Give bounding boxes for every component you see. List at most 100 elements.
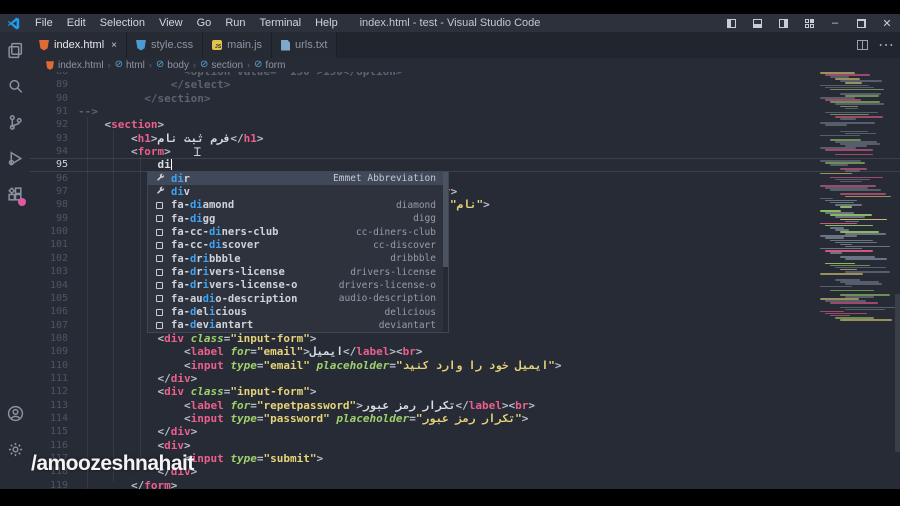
element-symbol-icon: ⊘ <box>114 59 123 70</box>
suggest-item-fa-diamond[interactable]: fa-diamond diamond <box>148 199 448 212</box>
minimize-button[interactable]: – <box>822 14 848 32</box>
line-number: 106 <box>49 306 68 318</box>
snippet-square-icon <box>156 228 171 236</box>
suggest-item-fa-digg[interactable]: fa-digg digg <box>148 212 448 225</box>
suggest-item-dir[interactable]: dir Emmet Abbreviation <box>148 172 448 186</box>
extensions-badge <box>18 198 26 206</box>
code-line-114[interactable]: 114 <input type="password" placeholder="… <box>30 412 900 425</box>
breadcrumb-item-file[interactable]: index.html <box>45 60 104 71</box>
title-bar: File Edit Selection View Go Run Terminal Help i… <box>0 14 900 32</box>
menu-item-edit[interactable]: Edit <box>60 14 93 32</box>
line-number: 89 <box>55 79 68 91</box>
tab-style-css[interactable]: style.css <box>126 32 204 58</box>
code-line-110[interactable]: 110 <input type="email" placeholder="ایم… <box>30 359 900 372</box>
line-number: 94 <box>55 146 68 158</box>
suggest-item-div[interactable]: div <box>148 185 448 198</box>
code-line-89[interactable]: 89 </select> <box>30 78 900 91</box>
suggest-item-fa-dribbble[interactable]: fa-dribbble dribbble <box>148 252 448 265</box>
watermark: /amoozeshnahait <box>2 450 194 477</box>
code-line-95[interactable]: 95 di <box>30 158 900 171</box>
code-line-119[interactable]: 119 </form> <box>30 479 900 489</box>
suggest-item-detail: digg <box>413 213 436 225</box>
suggest-item-fa-drivers-license[interactable]: fa-drivers-license drivers-license <box>148 265 448 278</box>
code-line-90[interactable]: 90 </section> <box>30 92 900 105</box>
menu-item-go[interactable]: Go <box>190 14 219 32</box>
breadcrumb-item-body[interactable]: ⊘ body <box>156 60 189 71</box>
suggest-item-fa-cc-diners-club[interactable]: fa-cc-diners-club cc-diners-club <box>148 225 448 238</box>
minimap[interactable] <box>818 72 895 372</box>
restore-button[interactable] <box>848 14 874 32</box>
code-line-112[interactable]: 112 <div class="input-form"> <box>30 385 900 398</box>
tab-urls-txt[interactable]: urls.txt <box>272 32 338 58</box>
line-number: 119 <box>49 479 68 489</box>
line-number: 107 <box>49 319 68 331</box>
line-number: 97 <box>55 186 68 198</box>
source-control-icon[interactable] <box>0 104 30 140</box>
line-number: 95 <box>55 159 68 171</box>
suggest-item-detail: cc-discover <box>373 239 436 251</box>
line-number: 90 <box>55 92 68 104</box>
extensions-icon[interactable] <box>0 176 30 212</box>
tab-label: style.css <box>150 39 194 51</box>
split-editor-icon[interactable] <box>857 40 868 50</box>
breadcrumb-item-form[interactable]: ⊘ form <box>254 60 285 71</box>
suggest-item-fa-drivers-license-o[interactable]: fa-drivers-license-o drivers-license-o <box>148 279 448 292</box>
editor-scrollbar[interactable] <box>895 294 900 452</box>
chevron-right-icon: › <box>247 60 251 70</box>
text-cursor <box>170 159 173 171</box>
suggest-item-detail: dribbble <box>390 253 436 265</box>
layout-sidebar-left-icon[interactable] <box>718 14 744 32</box>
code-line-115[interactable]: 115 </div> <box>30 425 900 438</box>
suggest-scrollbar[interactable] <box>443 172 448 333</box>
tab-label: index.html <box>54 39 105 51</box>
suggest-item-fa-deviantart[interactable]: fa-deviantart deviantart <box>148 319 448 332</box>
line-number: 102 <box>49 252 68 264</box>
run-and-debug-icon[interactable] <box>0 140 30 176</box>
menu-item-view[interactable]: View <box>152 14 190 32</box>
explorer-icon[interactable] <box>0 32 30 68</box>
more-actions-icon[interactable]: ⋯ <box>878 35 894 55</box>
editor-actions: ⋯ <box>857 32 894 58</box>
menu-item-run[interactable]: Run <box>218 14 252 32</box>
suggest-item-fa-cc-discover[interactable]: fa-cc-discover cc-discover <box>148 239 448 252</box>
code-line-109[interactable]: 109 <label for="email">ایمیل</label><br> <box>30 345 900 358</box>
element-symbol-icon: ⊘ <box>254 59 263 70</box>
breadcrumb-item-html[interactable]: ⊘ html <box>115 60 145 71</box>
window-controls: – ✕ <box>718 14 900 32</box>
search-icon[interactable] <box>0 68 30 104</box>
tab-main-js[interactable]: main.js <box>203 32 273 58</box>
menu-item-selection[interactable]: Selection <box>93 14 152 32</box>
code-line-92[interactable]: 92 <section> <box>30 118 900 131</box>
suggest-widget: dir Emmet Abbreviation div fa-diamond diamon… <box>147 171 449 334</box>
layout-sidebar-right-icon[interactable] <box>770 14 796 32</box>
code-line-108[interactable]: 108 <div class="input-form"> <box>30 332 900 345</box>
menu-item-file[interactable]: File <box>28 14 60 32</box>
suggest-item-fa-audio-description[interactable]: fa-audio-description audio-description <box>148 292 448 305</box>
code-line-93[interactable]: 93 <h1>فرم ثبت نام</h1> <box>30 132 900 145</box>
html-file-icon <box>46 60 54 70</box>
suggest-item-detail: Emmet Abbreviation <box>333 173 436 185</box>
line-number: 108 <box>49 332 68 344</box>
breadcrumb-item-section[interactable]: ⊘ section <box>200 60 243 71</box>
suggest-item-detail: diamond <box>395 199 436 211</box>
settings-gear-icon[interactable] <box>0 431 30 467</box>
line-number: 98 <box>55 199 68 211</box>
css-file-icon <box>135 39 146 51</box>
account-icon[interactable] <box>0 395 30 431</box>
code-line-113[interactable]: 113 <label for="repetpassword">تکرار رمز… <box>30 399 900 412</box>
layout-panel-icon[interactable] <box>744 14 770 32</box>
code-line-94[interactable]: 94 <form> <box>30 145 900 158</box>
suggest-item-detail: cc-diners-club <box>355 226 436 238</box>
code-editor[interactable]: 88 <option value= "150">150</option>89 <… <box>30 72 900 489</box>
code-line-91[interactable]: 91 --> <box>30 105 900 118</box>
code-line-111[interactable]: 111 </div> <box>30 372 900 385</box>
line-number: 105 <box>49 292 68 304</box>
window-title: index.html - test - Visual Studio Code <box>359 17 541 29</box>
tab-index-html[interactable]: index.html × <box>30 32 127 58</box>
suggest-item-fa-delicious[interactable]: fa-delicious delicious <box>148 305 448 318</box>
close-button[interactable]: ✕ <box>874 14 900 32</box>
customize-layout-icon[interactable] <box>796 14 822 32</box>
tab-close-icon[interactable]: × <box>111 40 117 51</box>
chevron-right-icon: › <box>107 60 111 70</box>
element-symbol-icon: ⊘ <box>199 59 209 70</box>
